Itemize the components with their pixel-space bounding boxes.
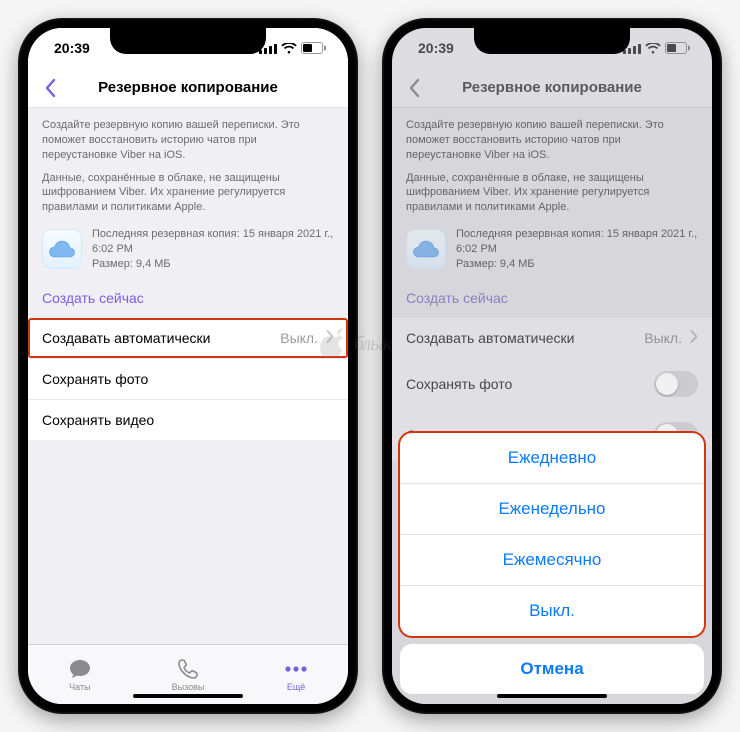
save-photo-toggle[interactable]	[654, 371, 698, 397]
status-time: 20:39	[418, 40, 454, 56]
icloud-icon	[406, 229, 446, 269]
chat-icon	[68, 658, 92, 680]
phone-right: 20:39 Резервное копирование Создайте рез…	[382, 18, 722, 714]
phone-left: 20:39 Резервное копирование Создайте рез…	[18, 18, 358, 714]
save-video-row[interactable]: Сохранять видео	[28, 400, 348, 440]
tab-more[interactable]: Ещё	[284, 658, 308, 692]
auto-backup-value: Выкл.	[644, 330, 682, 346]
screen-left: 20:39 Резервное копирование Создайте рез…	[28, 28, 348, 704]
tab-calls[interactable]: Вызовы	[172, 658, 205, 692]
action-sheet: Ежедневно Еженедельно Ежемесячно Выкл. О…	[400, 433, 704, 694]
description: Создайте резервную копию вашей переписки…	[28, 108, 348, 219]
auto-backup-label: Создавать автоматически	[406, 330, 574, 346]
battery-icon	[665, 42, 690, 54]
home-indicator[interactable]	[133, 694, 243, 698]
sheet-cancel[interactable]: Отмена	[400, 644, 704, 694]
page-title: Резервное копирование	[98, 79, 278, 96]
content-left: Создайте резервную копию вашей переписки…	[28, 108, 348, 644]
notch	[474, 28, 630, 54]
sheet-option-off[interactable]: Выкл.	[400, 586, 704, 636]
status-time: 20:39	[54, 40, 90, 56]
chevron-right-icon	[690, 330, 698, 346]
auto-backup-label: Создавать автоматически	[42, 330, 210, 346]
page-title: Резервное копирование	[462, 79, 642, 96]
notch	[110, 28, 266, 54]
icloud-icon	[42, 229, 82, 269]
settings-list: Создавать автоматически Выкл. Сохранять …	[28, 318, 348, 440]
home-indicator[interactable]	[497, 694, 607, 698]
description: Создайте резервную копию вашей переписки…	[392, 108, 712, 219]
wifi-icon	[281, 43, 297, 54]
auto-backup-row[interactable]: Создавать автоматически Выкл.	[392, 318, 712, 359]
back-button[interactable]	[402, 76, 426, 100]
content-right: Создайте резервную копию вашей переписки…	[392, 108, 712, 704]
save-photo-row[interactable]: Сохранять фото	[28, 359, 348, 400]
sheet-option-weekly[interactable]: Еженедельно	[400, 484, 704, 535]
auto-backup-row[interactable]: Создавать автоматически Выкл.	[28, 318, 348, 359]
sheet-option-daily[interactable]: Ежедневно	[400, 433, 704, 484]
last-backup-info: Последняя резервная копия: 15 января 202…	[392, 219, 712, 280]
save-photo-label: Сохранять фото	[42, 371, 148, 387]
sheet-option-monthly[interactable]: Ежемесячно	[400, 535, 704, 586]
create-now-link[interactable]: Создать сейчас	[28, 280, 348, 318]
more-icon	[284, 658, 308, 680]
back-button[interactable]	[38, 76, 62, 100]
phone-icon	[176, 658, 200, 680]
nav-bar: Резервное копирование	[392, 68, 712, 108]
save-photo-label: Сохранять фото	[406, 376, 512, 392]
battery-icon	[301, 42, 326, 54]
wifi-icon	[645, 43, 661, 54]
screen-right: 20:39 Резервное копирование Создайте рез…	[392, 28, 712, 704]
save-video-label: Сохранять видео	[42, 412, 154, 428]
tab-chats[interactable]: Чаты	[68, 658, 92, 692]
chevron-right-icon	[326, 330, 334, 346]
last-backup-info: Последняя резервная копия: 15 января 202…	[28, 219, 348, 280]
action-sheet-options: Ежедневно Еженедельно Ежемесячно Выкл.	[400, 433, 704, 636]
nav-bar: Резервное копирование	[28, 68, 348, 108]
create-now-link[interactable]: Создать сейчас	[392, 280, 712, 318]
auto-backup-value: Выкл.	[280, 330, 318, 346]
save-photo-row[interactable]: Сохранять фото	[392, 359, 712, 410]
